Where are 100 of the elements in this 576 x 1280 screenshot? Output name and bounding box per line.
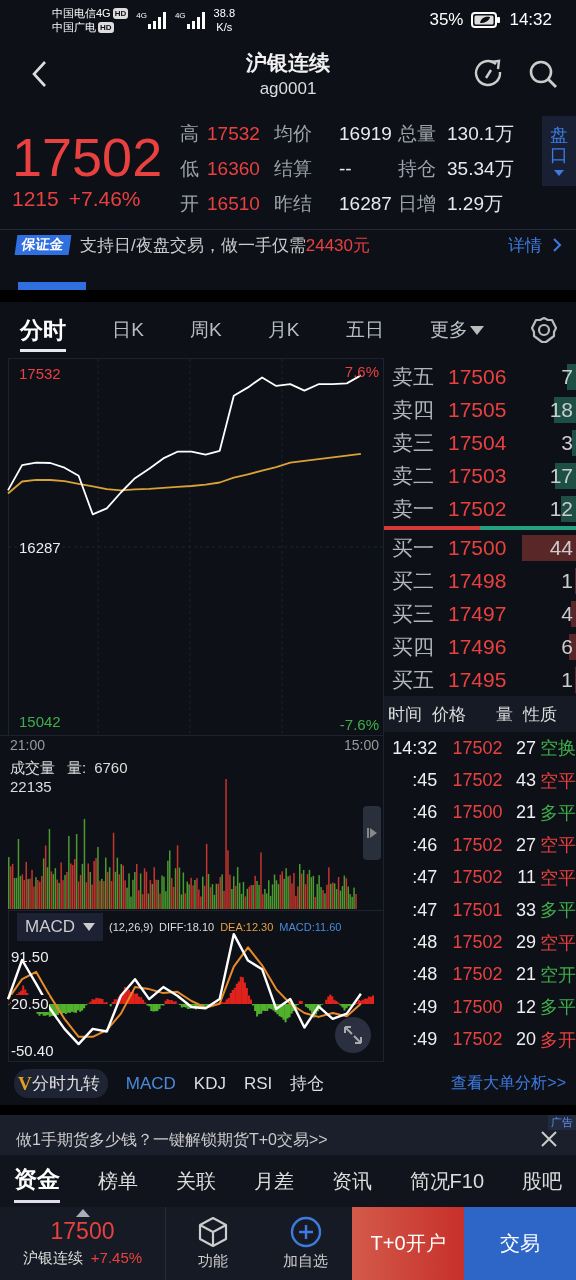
order-level-label: 卖五 (392, 363, 435, 390)
axis-label: 20.50 (11, 995, 49, 1012)
section-tab[interactable]: 关联 (175, 1159, 216, 1203)
trade-type: 多平 (540, 899, 576, 923)
order-price: 17502 (448, 496, 508, 521)
stat-label: 开 (180, 191, 200, 216)
trade-time: :48 (411, 932, 438, 954)
add-circle-icon (289, 1216, 322, 1248)
footer-action[interactable]: 加自选 (259, 1207, 352, 1280)
macd-value: MACD:11.60 (279, 921, 342, 933)
section-tab[interactable]: 月差 (253, 1159, 294, 1203)
trade-volume: 11 (516, 867, 536, 889)
chart-tab[interactable]: 日K (112, 308, 144, 352)
chart-tab[interactable]: 分时 (20, 308, 66, 352)
cube-icon (197, 1216, 228, 1248)
footer-percent: +7.45% (90, 1249, 143, 1268)
page-title: 沪银连续 (246, 50, 330, 76)
dea-value: DEA:12.30 (220, 921, 274, 933)
time-label: 21:00 (10, 737, 46, 753)
section-tab[interactable]: 股吧 (522, 1159, 562, 1203)
trade-price: 17502 (451, 932, 503, 954)
chart-tab[interactable]: 月K (267, 308, 300, 352)
open-account-button[interactable]: T+0开户 (352, 1207, 464, 1280)
caret-icon (469, 325, 484, 335)
stat-value: 130.1万 (447, 121, 515, 146)
column-header: 时间 (388, 703, 422, 726)
details-link[interactable]: 详情 (508, 233, 542, 257)
section-tab[interactable]: 资讯 (331, 1159, 372, 1203)
order-price: 17495 (448, 667, 508, 692)
trade-time: :49 (411, 1029, 438, 1051)
trade-price: 17502 (451, 770, 503, 792)
indicator-params: (12,26,9) (109, 921, 154, 933)
last-price: 17502 (12, 126, 164, 187)
trade-volume: 29 (514, 932, 536, 954)
axis-label: 15042 (19, 712, 61, 730)
ad-text[interactable]: 做1手期货多少钱？一键解锁期货T+0交易>> (16, 1129, 328, 1151)
axis-label: 22135 (10, 777, 53, 796)
trade-type: 空开 (540, 963, 576, 987)
chart-tab[interactable]: 周K (190, 308, 222, 352)
indicator-title: 成交量 (10, 758, 55, 777)
trade-time: :46 (411, 802, 438, 824)
order-price: 17506 (448, 364, 508, 389)
chart-tab[interactable]: 五日 (345, 308, 384, 352)
expand-icon[interactable] (335, 1017, 371, 1053)
order-price: 17500 (448, 535, 508, 560)
indicator-tab[interactable]: KDJ (193, 1073, 226, 1094)
trade-type: 多平 (540, 996, 576, 1020)
carrier-name: 中国电信4G (52, 6, 111, 20)
close-icon[interactable] (540, 1130, 558, 1148)
search-icon[interactable] (528, 59, 558, 89)
trade-type: 多平 (540, 801, 576, 825)
axis-label: 17532 (19, 365, 61, 383)
footer-action[interactable]: 功能 (166, 1207, 259, 1280)
trade-volume: 21 (514, 802, 536, 824)
trade-type: 多开 (540, 1028, 576, 1052)
indicator-tab[interactable]: MACD (125, 1073, 176, 1094)
section-tab[interactable]: 榜单 (97, 1159, 138, 1203)
settings-icon[interactable] (530, 316, 558, 344)
trade-button[interactable]: 交易 (464, 1207, 576, 1280)
trade-type: 空平 (540, 769, 576, 793)
network-speed: 38.8 (213, 6, 235, 20)
trade-time: :48 (411, 964, 438, 986)
trade-price: 17502 (451, 964, 503, 986)
indicator-tab[interactable]: 持仓 (290, 1072, 325, 1095)
order-level-label: 买五 (392, 666, 435, 693)
order-level-label: 卖四 (392, 396, 435, 423)
trade-type: 空平 (540, 834, 576, 858)
chevron-right-icon[interactable] (552, 237, 562, 253)
section-tab[interactable]: 资金 (14, 1159, 60, 1203)
order-price: 17504 (448, 430, 508, 455)
trade-price: 17502 (451, 867, 503, 889)
stat-value: 35.34万 (447, 156, 515, 181)
stat-value: 16919 (339, 122, 393, 145)
speed-unit: K/s (216, 20, 233, 34)
stat-label: 低 (180, 156, 200, 181)
trade-volume: 33 (514, 899, 536, 921)
order-level-label: 卖二 (392, 462, 435, 489)
big-order-link[interactable]: 查看大单分析>> (451, 1073, 566, 1094)
trade-price: 17502 (451, 834, 503, 856)
section-tab[interactable]: 简况F10 (409, 1159, 485, 1203)
time-label: 15:00 (343, 737, 379, 753)
order-volume: 44 (522, 534, 576, 561)
indicator-pill[interactable]: V分时九转 (14, 1069, 108, 1098)
trade-time: :47 (411, 899, 438, 921)
stat-value: 16360 (207, 157, 261, 180)
order-price: 17505 (448, 397, 508, 422)
percent-change: +7.46% (68, 186, 141, 211)
battery-percent: 35% (429, 10, 464, 30)
side-tab[interactable]: 盘口 (542, 116, 576, 186)
chart-tab[interactable]: 更多 (429, 308, 484, 352)
indicator-dropdown[interactable]: MACD (17, 913, 104, 941)
trade-volume: 43 (514, 770, 536, 792)
trade-volume: 27 (514, 737, 536, 759)
order-level-label: 买四 (392, 633, 435, 660)
indicator-tab[interactable]: RSI (243, 1073, 273, 1094)
collapse-handle[interactable] (363, 806, 381, 860)
order-level-label: 卖一 (392, 495, 435, 522)
caret-icon (554, 169, 564, 176)
order-price: 17503 (448, 463, 508, 488)
signal-icon (185, 11, 206, 29)
